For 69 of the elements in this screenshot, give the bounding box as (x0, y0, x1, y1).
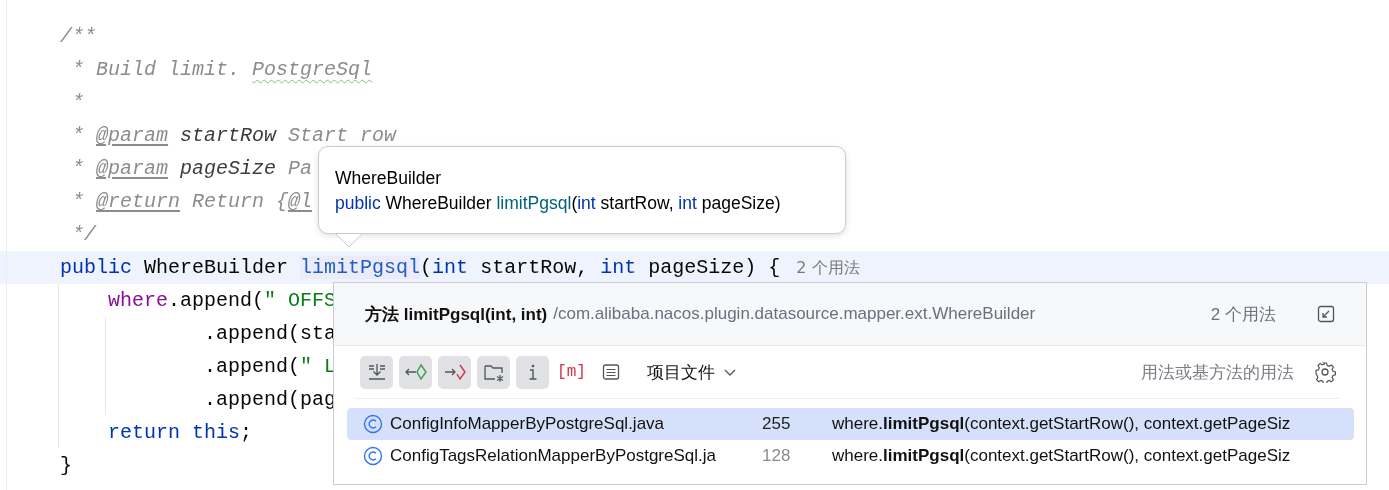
comment-text: * (72, 91, 85, 114)
keyword: public (335, 193, 381, 213)
code-text: startRow, (480, 256, 590, 279)
chevron-down-icon (723, 367, 737, 377)
code-text: startRow, (599, 193, 675, 213)
filter-label: 用法或基方法的用法 (1141, 361, 1294, 384)
list-icon (600, 362, 621, 382)
keyword: int (600, 256, 637, 279)
class-icon (363, 446, 383, 466)
doc-tag: @l (288, 190, 313, 213)
code-text: .append(pag (204, 388, 337, 411)
comment-text: */ (72, 223, 97, 246)
line-number: 255 (762, 414, 792, 434)
module-toggle[interactable]: [m] (555, 355, 588, 389)
comment-text: Pa (288, 157, 313, 180)
comment-text: * (72, 190, 86, 213)
popup-title: 方法 limitPgsql(int, int) (365, 303, 548, 326)
usage-code: where.limitPgsql(context.getStartRow(), context.getPageSiz (832, 414, 1291, 434)
keyword: public (60, 256, 132, 279)
folder-toggle[interactable] (477, 355, 510, 389)
code-text: .append(sta (204, 322, 337, 345)
code-text: .append( (204, 355, 301, 378)
code-text: ( (571, 193, 578, 213)
param-name: startRow (180, 124, 277, 147)
comment-text: Return { (192, 190, 289, 213)
usage-count: 2 个用法 (1210, 303, 1276, 326)
scope-dropdown[interactable]: 项目文件 (643, 360, 741, 384)
comment-text: /** (60, 25, 96, 48)
usage-row[interactable]: ConfigInfoMapperByPostgreSql.java 255 where.limitPgsql(context.getStartRow(), context.getPageSiz (347, 408, 1354, 440)
file-name: ConfigTagsRelationMapperByPostgreSql.ja (390, 446, 717, 466)
keyword: int (577, 193, 596, 213)
comment-text: * Build limit. (72, 58, 242, 81)
usage-code: where.limitPgsql(context.getStartRow(), context.getPageSiz (832, 446, 1291, 466)
keyword: int (432, 256, 469, 279)
keyword: return this (108, 421, 241, 444)
line-number: 128 (762, 446, 792, 466)
open-in-window-icon[interactable] (1316, 304, 1336, 324)
class-icon (363, 414, 383, 434)
code-text: WhereBuilder (144, 256, 290, 279)
comment-text: PostgreSql (252, 58, 373, 81)
arrow-diamond-icon (403, 361, 428, 383)
doc-tag: @param (96, 157, 169, 180)
code-text: } (60, 454, 72, 477)
comment-text: * (72, 124, 86, 147)
param-name: pageSize (180, 157, 277, 180)
comment-text: Start row (288, 124, 397, 147)
tooltip-title: WhereBuilder (335, 167, 443, 190)
code-text: pageSize) (700, 193, 781, 213)
comment-text: * (72, 157, 86, 180)
code-text: WhereBuilder (384, 193, 493, 213)
keyword: int (678, 193, 697, 213)
code-text: pageSize) { (648, 256, 781, 279)
method-name: limitPgsql (496, 193, 572, 213)
field-name: where (108, 289, 169, 312)
doc-tag: @param (96, 124, 169, 147)
write-toggle[interactable] (438, 355, 471, 389)
code-text: .append( (168, 289, 265, 312)
doc-tag: @return (96, 190, 181, 213)
usage-row[interactable]: ConfigTagsRelationMapperByPostgreSql.ja 128 where.limitPgsql(context.getStartRow(), context.getPageSiz (347, 440, 1354, 472)
settings-icon[interactable] (1314, 361, 1336, 383)
read-toggle[interactable] (399, 355, 432, 389)
usages-hint: 2 个用法 (796, 258, 860, 277)
info-toggle[interactable] (516, 355, 549, 389)
code-text: ; (240, 421, 253, 444)
method-name: limitPgsql (300, 256, 421, 279)
code-text: ( (420, 256, 433, 279)
merge-toggle[interactable] (360, 355, 393, 389)
class-path: /com.alibaba.nacos.plugin.datasource.mapper.ext.WhereBuilder (553, 304, 1036, 324)
file-name: ConfigInfoMapperByPostgreSql.java (390, 414, 666, 434)
